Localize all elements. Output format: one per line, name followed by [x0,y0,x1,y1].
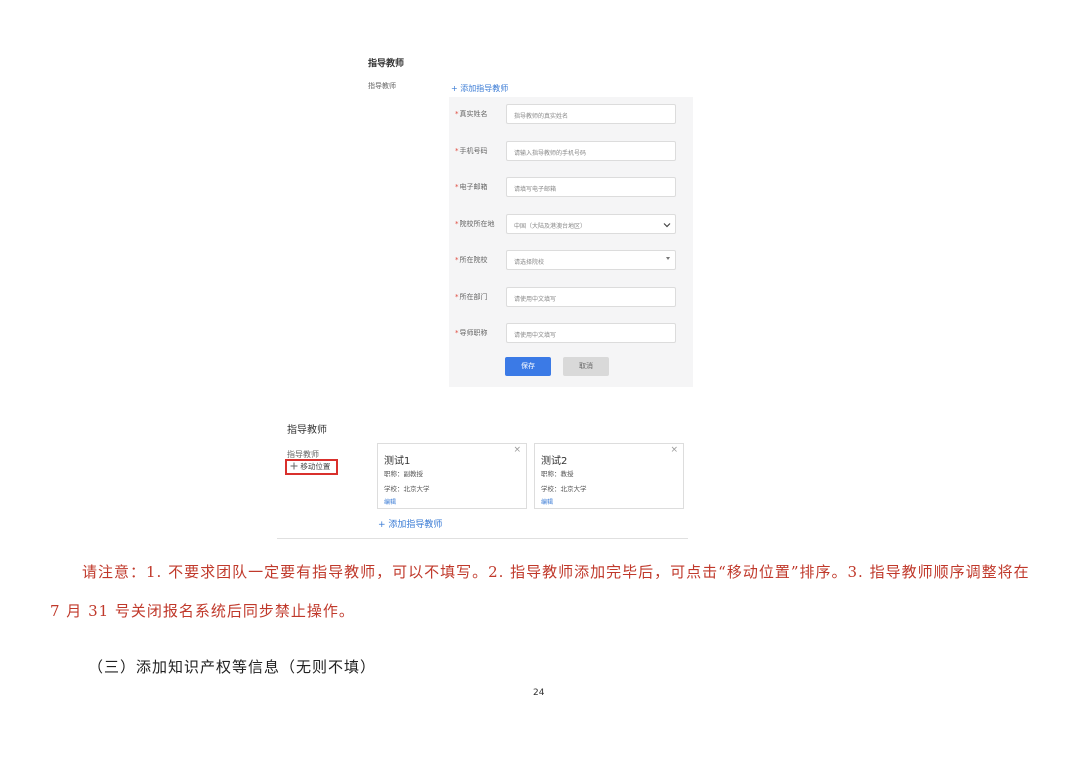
form-row-name: *真实姓名 指导教师的真实姓名 [449,104,693,126]
field-label: *所在院校 [455,256,488,264]
move-position-button[interactable]: 移动位置 [290,461,330,472]
form-row-phone: *手机号码 请输入指导教师的手机号码 [449,141,693,163]
chevron-down-icon [663,223,671,228]
field-label: *电子邮箱 [455,183,488,191]
add-advisor-link[interactable]: + 添加指导教师 [378,517,442,530]
add-advisor-link[interactable]: + 添加指导教师 [451,83,508,94]
section-heading: （三）添加知识产权等信息（无则不填） [88,658,377,676]
field-label: *所在部门 [455,293,488,301]
form-side-label: 指导教师 [368,82,396,90]
form-row-region: *院校所在地 中国（大陆及港澳台地区） [449,214,693,236]
card-section-title: 指导教师 [287,425,327,436]
form-row-title: *导师职称 请使用中文填写 [449,323,693,345]
close-icon[interactable]: × [513,445,521,455]
page-number: 24 [533,688,545,698]
advisor-title: 职称：教授 [541,470,574,478]
caret-down-icon [666,257,670,260]
email-input[interactable]: 请填写电子邮箱 [506,177,676,197]
phone-input[interactable]: 请输入指导教师的手机号码 [506,141,676,161]
field-label: *导师职称 [455,329,488,337]
name-input[interactable]: 指导教师的真实姓名 [506,104,676,124]
advisor-card: × 测试2 职称：教授 学校：北京大学 编辑 [534,443,684,509]
cancel-button[interactable]: 取消 [563,357,609,376]
divider [277,538,688,539]
department-input[interactable]: 请使用中文填写 [506,287,676,307]
notice-paragraph: 请注意：1. 不要求团队一定要有指导教师，可以不填写。2. 指导教师添加完毕后，… [50,563,1030,620]
move-icon [290,462,298,470]
edit-link[interactable]: 编辑 [384,497,396,506]
advisor-card: × 测试1 职称：副教授 学校：北京大学 编辑 [377,443,527,509]
advisor-school: 学校：北京大学 [541,485,587,493]
close-icon[interactable]: × [670,445,678,455]
title-input[interactable]: 请使用中文填写 [506,323,676,343]
form-section-title: 指导教师 [368,59,405,69]
form-row-school: *所在院校 请选择院校 [449,250,693,272]
advisor-form-panel: *真实姓名 指导教师的真实姓名 *手机号码 请输入指导教师的手机号码 *电子邮箱… [449,97,693,387]
form-row-department: *所在部门 请使用中文填写 [449,287,693,309]
school-select[interactable]: 请选择院校 [506,250,676,270]
save-button[interactable]: 保存 [505,357,551,376]
field-label: *真实姓名 [455,110,488,118]
advisor-school: 学校：北京大学 [384,485,430,493]
edit-link[interactable]: 编辑 [541,497,553,506]
advisor-name: 测试2 [541,456,568,467]
advisor-title: 职称：副教授 [384,470,423,478]
field-label: *院校所在地 [455,220,495,228]
form-row-email: *电子邮箱 请填写电子邮箱 [449,177,693,199]
field-label: *手机号码 [455,147,488,155]
advisor-name: 测试1 [384,456,411,467]
region-select[interactable]: 中国（大陆及港澳台地区） [506,214,676,234]
